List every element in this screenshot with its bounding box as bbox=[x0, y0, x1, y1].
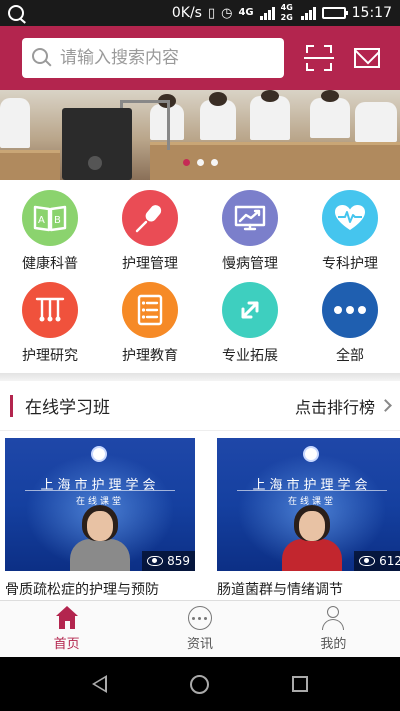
ranking-link[interactable]: 点击排行榜 bbox=[294, 394, 392, 418]
divider bbox=[0, 373, 400, 381]
tab-label: 资讯 bbox=[186, 637, 213, 652]
category-label: 护理研究 bbox=[22, 347, 78, 364]
carousel-dot[interactable] bbox=[182, 159, 190, 166]
home-circle-icon[interactable] bbox=[189, 674, 209, 694]
carousel-indicator bbox=[0, 159, 400, 166]
microphone-icon bbox=[122, 190, 178, 246]
category-grid: A B 健康科普 护理管理 慢病管理 专科护理护理研究 护理教育 专业拓展 全部 bbox=[0, 180, 400, 373]
presenter-image bbox=[68, 505, 132, 571]
ranking-link-label: 点击排行榜 bbox=[294, 397, 375, 417]
network-speed: 0K/s bbox=[171, 5, 202, 21]
test-tubes-icon bbox=[22, 281, 78, 338]
category-item[interactable]: 全部 bbox=[300, 281, 400, 370]
recent-apps-icon[interactable] bbox=[292, 676, 309, 692]
status-bar: 0K/s ▯ ◷ 4G 4G 2G 15:17 bbox=[0, 0, 400, 26]
category-item[interactable]: A B 健康科普 bbox=[0, 190, 100, 278]
section-accent-bar bbox=[10, 394, 13, 417]
category-label: 护理教育 bbox=[122, 347, 178, 364]
chat-bubble-icon bbox=[187, 606, 212, 630]
more-dots-icon bbox=[322, 281, 378, 338]
system-nav-bar bbox=[0, 657, 400, 711]
eye-icon bbox=[147, 556, 164, 566]
search-input[interactable] bbox=[60, 48, 260, 68]
scan-icon[interactable] bbox=[304, 45, 334, 71]
signal-icon-2 bbox=[300, 6, 316, 20]
category-label: 护理管理 bbox=[122, 256, 178, 272]
course-title: 骨质疏松症的护理与预防 bbox=[5, 582, 159, 598]
back-icon[interactable] bbox=[91, 675, 107, 693]
carousel-dot[interactable] bbox=[196, 159, 204, 166]
tab-home[interactable]: 首页 bbox=[0, 601, 133, 657]
carousel-dot[interactable] bbox=[210, 159, 218, 166]
signal-icon bbox=[259, 6, 275, 20]
app-header bbox=[0, 26, 400, 90]
view-count: 859 bbox=[142, 551, 195, 571]
book-ab-icon: AB bbox=[22, 190, 78, 246]
alarm-icon: ◷ bbox=[221, 5, 233, 21]
user-icon bbox=[321, 606, 345, 630]
society-logo bbox=[91, 446, 107, 462]
category-label: 专业拓展 bbox=[222, 347, 278, 364]
search-box[interactable] bbox=[22, 38, 284, 78]
category-item[interactable]: 护理研究 bbox=[0, 281, 100, 370]
section-title: 在线学习班 bbox=[25, 398, 110, 418]
tab-user[interactable]: 我的 bbox=[267, 601, 400, 657]
battery-icon bbox=[321, 7, 348, 19]
tab-label: 首页 bbox=[53, 637, 80, 652]
heart-pulse-icon bbox=[322, 190, 378, 246]
category-item[interactable]: 护理教育 bbox=[100, 281, 200, 370]
category-item[interactable]: 护理管理 bbox=[100, 190, 200, 278]
tab-label: 我的 bbox=[320, 637, 347, 652]
expand-arrows-icon bbox=[222, 281, 278, 338]
category-item[interactable]: 专科护理 bbox=[300, 190, 400, 278]
network-type-secondary: 4G 2G bbox=[280, 3, 293, 22]
notification-app-icon bbox=[8, 5, 24, 21]
society-logo bbox=[303, 446, 319, 462]
course-thumbnail: 上海市护理学会 在线课堂 859 bbox=[5, 438, 195, 571]
course-list: 上海市护理学会 在线课堂 859 骨质疏松症的护理与预防 上海市护理学会 在线课堂 612 肠… bbox=[0, 432, 400, 600]
banner-carousel[interactable] bbox=[0, 90, 400, 180]
category-label: 健康科普 bbox=[22, 256, 78, 272]
vibrate-icon: ▯ bbox=[207, 5, 216, 21]
bottom-tab-bar: 首页 资讯 我的 bbox=[0, 600, 400, 657]
course-title: 肠道菌群与情绪调节 bbox=[217, 582, 343, 598]
eye-icon bbox=[359, 556, 376, 566]
category-item[interactable]: 专业拓展 bbox=[200, 281, 300, 370]
trend-chart-icon bbox=[222, 190, 278, 246]
document-list-icon bbox=[122, 281, 178, 338]
course-card[interactable]: 上海市护理学会 在线课堂 612 肠道菌群与情绪调节 bbox=[217, 438, 400, 599]
svg-text:B: B bbox=[54, 215, 61, 226]
search-icon bbox=[32, 48, 52, 68]
course-thumbnail: 上海市护理学会 在线课堂 612 bbox=[217, 438, 400, 571]
category-label: 全部 bbox=[336, 347, 364, 364]
svg-text:A: A bbox=[38, 215, 45, 226]
mail-icon[interactable] bbox=[354, 48, 380, 68]
home-icon bbox=[55, 606, 79, 630]
clock: 15:17 bbox=[351, 5, 392, 21]
view-count-value: 859 bbox=[167, 554, 190, 568]
tab-chat-bubble[interactable]: 资讯 bbox=[133, 601, 266, 657]
view-count-value: 612 bbox=[379, 554, 400, 568]
category-label: 慢病管理 bbox=[222, 256, 278, 272]
course-card[interactable]: 上海市护理学会 在线课堂 859 骨质疏松症的护理与预防 bbox=[5, 438, 195, 599]
banner-image bbox=[0, 90, 400, 180]
view-count: 612 bbox=[354, 551, 400, 571]
category-label: 专科护理 bbox=[322, 256, 378, 272]
category-item[interactable]: 慢病管理 bbox=[200, 190, 300, 278]
presenter-image bbox=[280, 505, 344, 571]
section-header: 在线学习班 点击排行榜 bbox=[0, 381, 400, 431]
chevron-right-icon bbox=[379, 399, 392, 412]
network-type: 4G bbox=[238, 7, 254, 18]
